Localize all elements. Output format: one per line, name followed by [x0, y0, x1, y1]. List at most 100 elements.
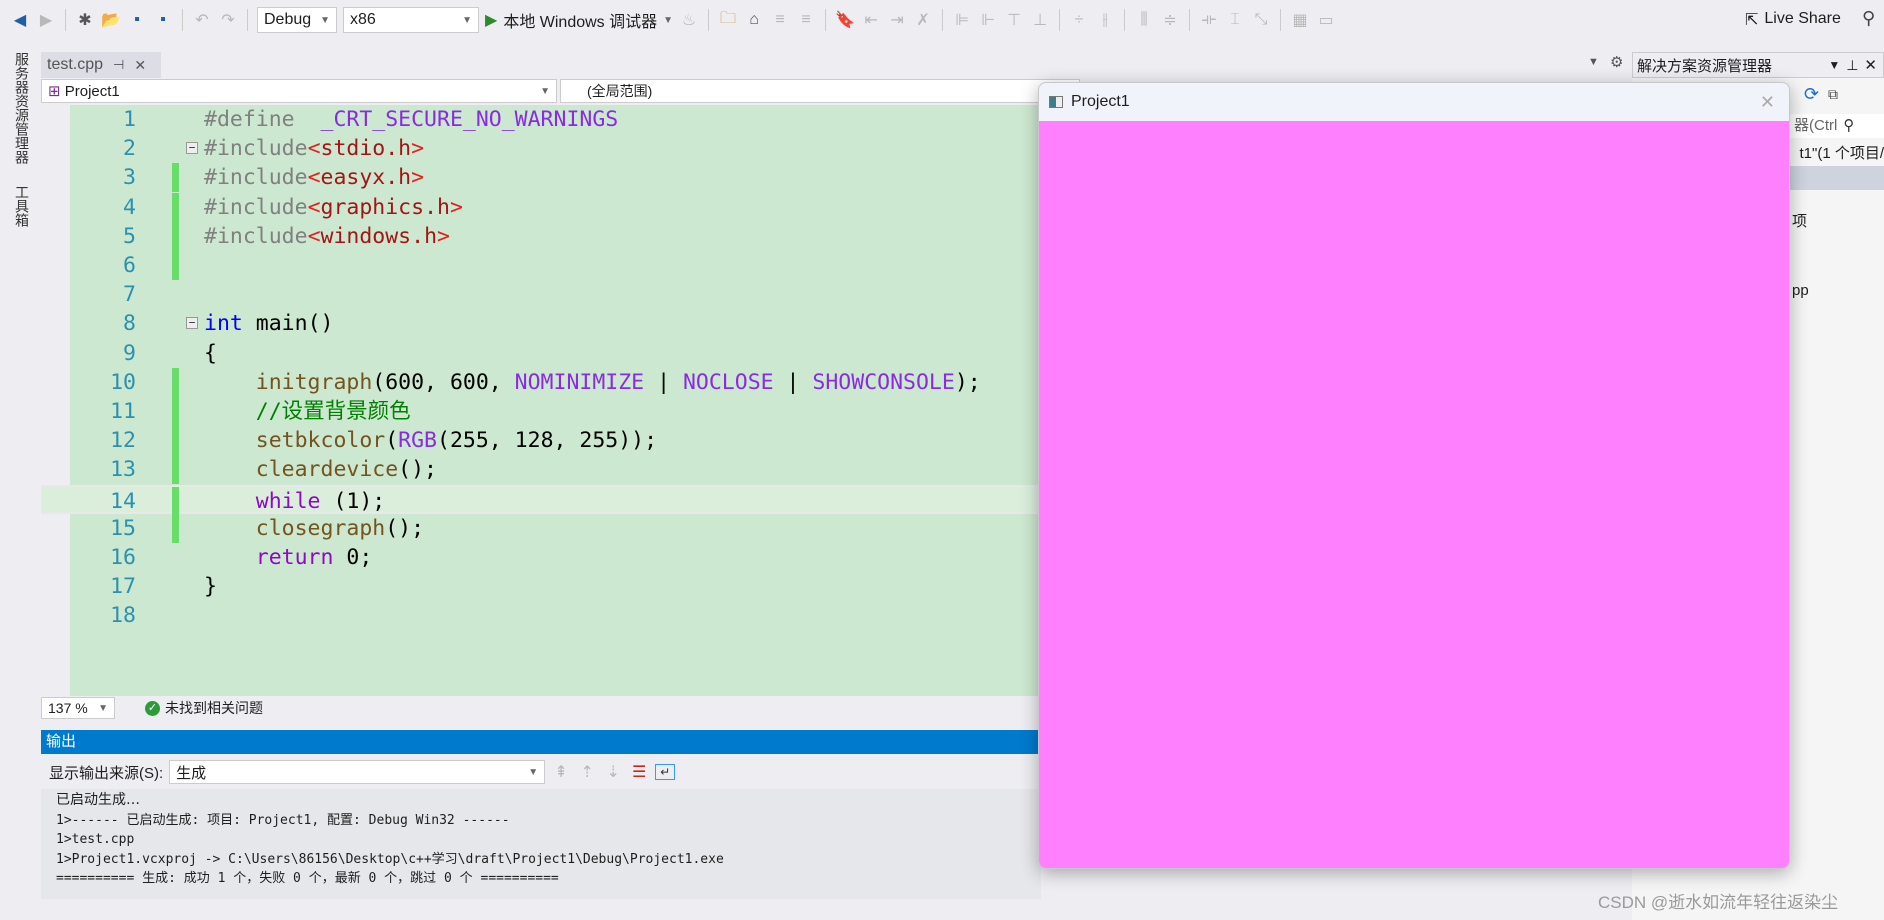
forward-icon[interactable]: ▶: [36, 10, 56, 30]
space-across-icon[interactable]: ⫼: [1134, 11, 1154, 29]
same-height-icon[interactable]: ⌶: [1225, 11, 1245, 29]
center-horizontal-icon[interactable]: ⫲: [1095, 11, 1115, 29]
align-bottom-icon[interactable]: ⊥: [1030, 10, 1050, 30]
grid-icon[interactable]: ▦: [1290, 10, 1310, 30]
toolbox-tab[interactable]: 工具箱: [12, 185, 32, 227]
chevron-down-icon: ▼: [528, 766, 539, 778]
code-token: NOCLOSE: [682, 369, 774, 395]
app-icon: [1049, 96, 1063, 108]
code-text: int main(): [204, 309, 333, 338]
open-file-icon[interactable]: 📂: [101, 10, 121, 30]
prev-message-icon[interactable]: ⇡: [577, 762, 597, 782]
app-window-titlebar[interactable]: Project1 ✕: [1039, 83, 1789, 121]
align-right-icon[interactable]: ⊩: [978, 10, 998, 30]
word-wrap-icon[interactable]: ↵: [655, 764, 676, 780]
collapse-icon[interactable]: −: [186, 317, 198, 330]
collapse-icon[interactable]: −: [186, 142, 198, 155]
undo-icon[interactable]: ↶: [192, 10, 212, 30]
editor-status-bar: 137 % ▼ ✓ 未找到相关问题: [41, 697, 1038, 719]
code-token: windows.h: [320, 223, 438, 249]
zoom-dropdown[interactable]: 137 % ▼: [41, 697, 115, 719]
find-in-files-icon[interactable]: 🗀: [718, 7, 738, 34]
gear-icon[interactable]: ⚙: [1610, 53, 1623, 71]
space-down-icon[interactable]: ≑: [1160, 10, 1180, 30]
code-text: cleardevice();: [204, 455, 437, 484]
uncomment-icon[interactable]: ≡: [796, 11, 816, 29]
project-icon: ⊞: [48, 83, 61, 100]
code-text: initgraph(600, 600, NOMINIMIZE | NOCLOSE…: [204, 368, 981, 397]
code-token: 0;: [333, 545, 373, 570]
issues-status[interactable]: 未找到相关问题: [165, 698, 263, 718]
tab-order-icon[interactable]: ▭: [1316, 10, 1336, 30]
app-window-title: Project1: [1071, 93, 1130, 110]
pin-icon[interactable]: ⊣: [113, 57, 124, 73]
code-text: //设置背景颜色: [204, 397, 411, 426]
account-icon[interactable]: ⚲: [1862, 8, 1875, 29]
output-line: 1>Project1.vcxproj -> C:\Users\86156\Des…: [56, 851, 724, 867]
start-debugging-button[interactable]: ▶ 本地 Windows 调试器 ▼: [485, 8, 673, 32]
tab-test-cpp[interactable]: test.cpp ⊣ ✕: [41, 52, 161, 78]
tab-label: test.cpp: [47, 56, 104, 73]
chevron-down-icon: ▼: [320, 14, 330, 26]
collapse-all-icon[interactable]: ⧉: [1828, 86, 1838, 103]
code-text: #include<windows.h>: [204, 222, 450, 251]
close-panel-icon[interactable]: ✕: [1864, 56, 1877, 74]
tree-item[interactable]: pp: [1792, 282, 1809, 299]
center-vertical-icon[interactable]: ÷: [1069, 11, 1089, 29]
pin-icon[interactable]: ⊥: [1846, 57, 1858, 74]
save-icon[interactable]: ▪: [127, 11, 147, 29]
refresh-icon[interactable]: ⟳: [1804, 84, 1819, 105]
line-number: 11: [110, 399, 136, 424]
tree-item[interactable]: 项: [1792, 210, 1807, 231]
output-text[interactable]: 已启动生成… 1>------ 已启动生成: 项目: Project1, 配置:…: [41, 789, 1041, 899]
save-all-icon[interactable]: ▪: [153, 11, 173, 29]
hot-reload-icon[interactable]: ♨: [679, 10, 699, 30]
clear-all-icon[interactable]: ☰: [629, 762, 649, 782]
line-number: 7: [123, 282, 136, 308]
scope-dropdown[interactable]: (全局范围): [560, 79, 1080, 103]
close-window-icon[interactable]: ✕: [1760, 92, 1775, 113]
same-width-icon[interactable]: ⟛: [1199, 11, 1219, 29]
home-icon[interactable]: ⌂: [744, 11, 764, 29]
code-text: #include<graphics.h>: [204, 193, 463, 222]
line-number: 6: [123, 253, 136, 278]
scope-value: (全局范围): [587, 83, 653, 99]
align-top-icon[interactable]: ⊤: [1004, 10, 1024, 30]
panel-menu-icon[interactable]: ▼: [1828, 58, 1840, 72]
platform-select[interactable]: x86 ▼: [343, 7, 479, 33]
code-token: return: [204, 545, 334, 570]
tab-list-dropdown-icon[interactable]: ▼: [1588, 56, 1599, 68]
close-tab-icon[interactable]: ✕: [134, 57, 146, 74]
back-icon[interactable]: ◀: [10, 10, 30, 30]
project-dropdown[interactable]: ⊞ Project1 ▼: [41, 79, 557, 103]
bookmark-icon[interactable]: 🔖: [835, 10, 855, 30]
graphics-canvas[interactable]: [1039, 121, 1789, 868]
output-line: ========== 生成: 成功 1 个，失败 0 个，最新 0 个，跳过 0…: [56, 871, 559, 886]
code-token: (600, 600,: [372, 369, 515, 395]
prev-bookmark-icon[interactable]: ⇤: [861, 10, 881, 30]
code-token: ();: [385, 515, 425, 541]
align-left-icon[interactable]: ⊫: [952, 10, 972, 30]
clear-bookmarks-icon[interactable]: ✗: [913, 10, 933, 30]
redo-icon[interactable]: ↷: [218, 10, 238, 30]
output-source-select[interactable]: 生成 ▼: [169, 760, 546, 784]
next-message-icon[interactable]: ⇣: [603, 762, 623, 782]
code-token: <: [307, 165, 321, 191]
project-name: Project1: [64, 83, 120, 100]
new-project-icon[interactable]: ✱: [75, 10, 95, 30]
code-token: |: [644, 369, 683, 395]
comment-icon[interactable]: ≡: [770, 11, 790, 29]
live-share-button[interactable]: ⇱ Live Share: [1745, 10, 1841, 30]
change-marker: [172, 455, 179, 485]
line-number: 3: [123, 165, 136, 191]
code-token: main(): [242, 311, 334, 337]
line-number: 2: [123, 136, 136, 162]
same-size-icon[interactable]: ⤡: [1251, 11, 1271, 29]
line-number: 14: [110, 488, 136, 514]
find-message-icon[interactable]: ⇞: [551, 762, 571, 782]
output-line: 已启动生成…: [56, 792, 140, 808]
code-token: {: [204, 340, 217, 366]
configuration-select[interactable]: Debug ▼: [257, 7, 337, 33]
next-bookmark-icon[interactable]: ⇥: [887, 10, 907, 30]
server-explorer-tab[interactable]: 服务器资源管理器: [12, 52, 32, 164]
